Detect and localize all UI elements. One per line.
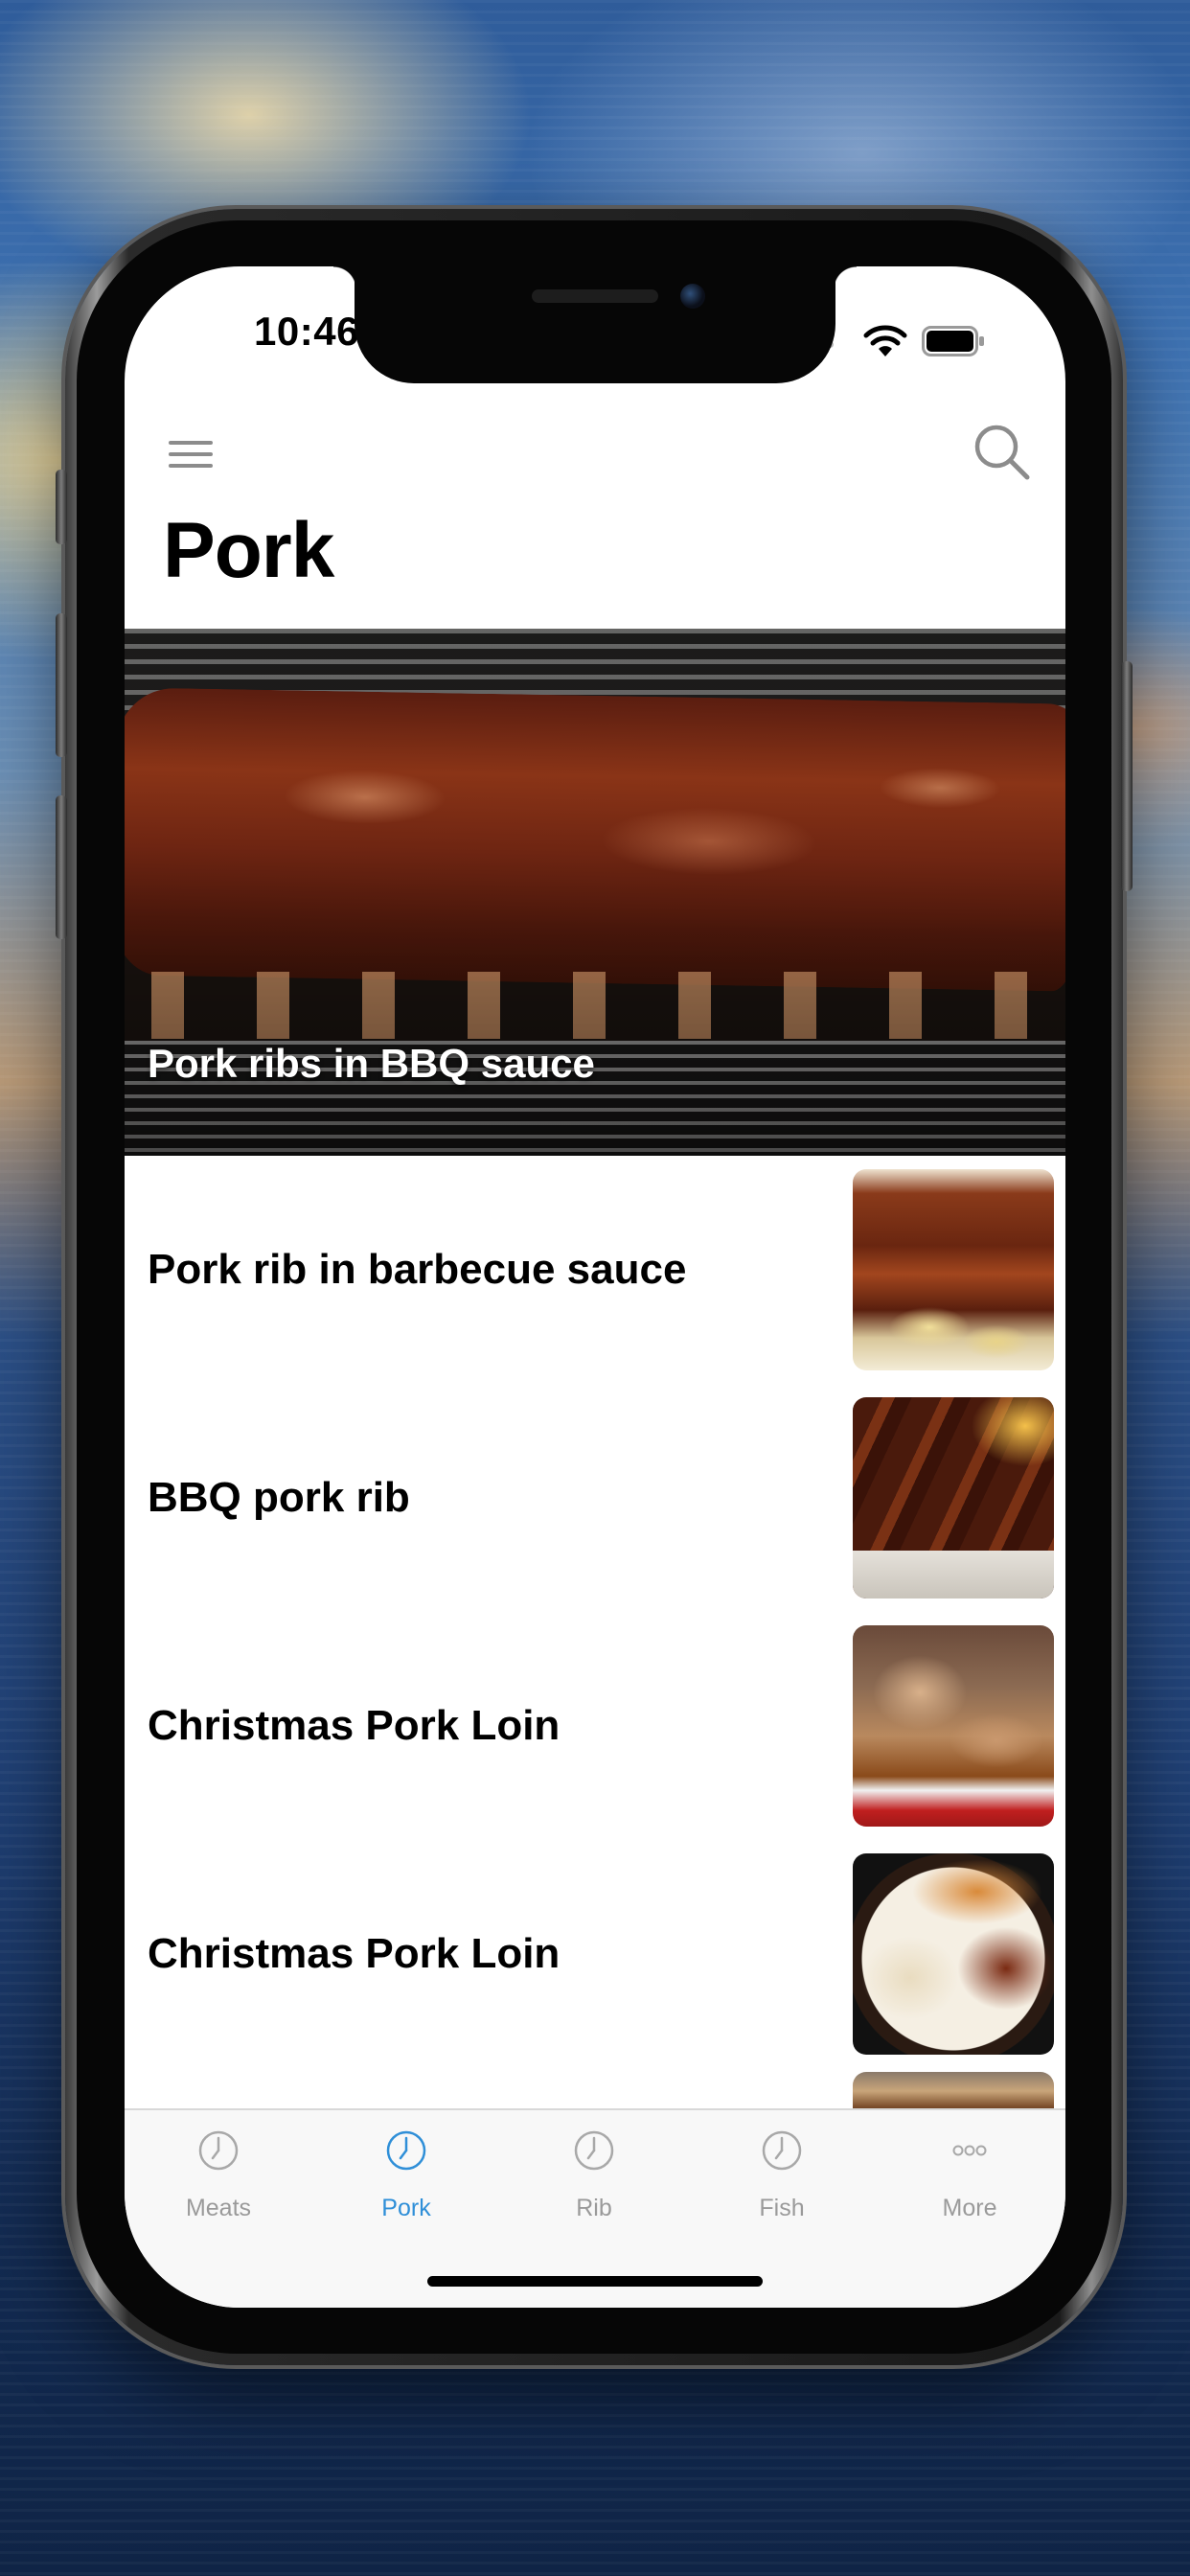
caption-shade [125,916,1065,1156]
recipe-row[interactable]: Christmas Pork Loin [125,1840,1065,2068]
wifi-icon [863,325,907,356]
volume-up-button [56,613,67,757]
recipe-title: Christmas Pork Loin [148,1702,561,1749]
notch [355,266,835,383]
recipe-list: Pork rib in barbecue sauce BBQ pork rib … [125,1156,1065,2068]
recipe-row[interactable]: Pork rib in barbecue sauce [125,1156,1065,1384]
featured-caption: Pork ribs in BBQ sauce [148,1041,595,1086]
featured-recipe-card[interactable]: Pork ribs in BBQ sauce [125,629,1065,1156]
tab-fish[interactable]: Fish [688,2129,876,2244]
clock-icon [574,2130,614,2171]
volume-down-button [56,795,67,939]
silent-switch [56,470,67,544]
hamburger-menu-icon[interactable] [165,427,218,481]
clock-icon [386,2130,426,2171]
recipe-title: Christmas Pork Loin [148,1930,561,1977]
recipe-row[interactable]: Christmas Pork Loin [125,1612,1065,1840]
tab-label: Fish [759,2195,805,2221]
tab-rib[interactable]: Rib [500,2129,688,2244]
battery-icon [922,326,984,356]
clock-icon [762,2130,802,2171]
recipe-thumbnail [853,1397,1054,1598]
front-camera [680,284,705,309]
recipe-row[interactable]: BBQ pork rib [125,1384,1065,1612]
recipe-thumbnail-partial[interactable] [853,2072,1054,2110]
tab-label: Rib [576,2195,612,2221]
recipe-thumbnail [853,1169,1054,1370]
page-title: Pork [163,507,334,594]
notch-corner-right [834,266,857,289]
recipe-thumbnail [853,1625,1054,1827]
tab-label: Meats [185,2195,252,2221]
status-time: 10:46 [254,309,359,354]
notch-corner-left [333,266,356,289]
clock-icon [198,2130,239,2171]
tab-meats[interactable]: Meats [125,2129,312,2244]
tab-pork[interactable]: Pork [312,2129,500,2244]
app-screen: 10:46 Pork Pork ribs in BBQ sauce Pork r… [125,266,1065,2308]
home-indicator[interactable] [427,2276,763,2287]
speaker-grille [532,289,658,303]
search-icon[interactable] [968,418,1035,485]
recipe-title: Pork rib in barbecue sauce [148,1246,687,1293]
recipe-title: BBQ pork rib [148,1474,410,1521]
tab-label: More [942,2195,997,2221]
power-button [1121,661,1133,891]
more-dots-icon [952,2145,987,2156]
tab-more[interactable]: More [876,2129,1064,2244]
recipe-thumbnail [853,1853,1054,2055]
tab-label: Pork [381,2195,431,2221]
